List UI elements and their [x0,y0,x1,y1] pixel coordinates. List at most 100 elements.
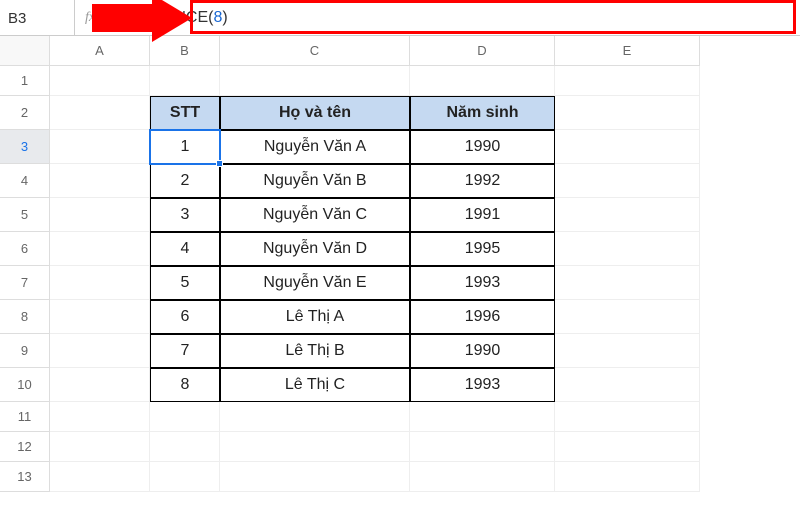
row-header[interactable]: 9 [0,334,50,368]
cell[interactable] [555,300,700,334]
cell[interactable]: 8 [150,368,220,402]
cell[interactable]: 1990 [410,334,555,368]
cell[interactable]: 1991 [410,198,555,232]
col-header-c[interactable]: C [220,36,410,66]
formula-input[interactable]: =SEQUENCE(8) [105,9,800,27]
cell[interactable]: Lê Thị A [220,300,410,334]
cell[interactable] [410,432,555,462]
row-header[interactable]: 10 [0,368,50,402]
cell[interactable] [50,164,150,198]
row-11: 11 [0,402,800,432]
cell[interactable]: 7 [150,334,220,368]
cell[interactable]: 4 [150,232,220,266]
row-10: 10 8 Lê Thị C 1993 [0,368,800,402]
table-header-name[interactable]: Họ và tên [220,96,410,130]
cell[interactable]: Nguyễn Văn B [220,164,410,198]
cell[interactable] [555,232,700,266]
row-header[interactable]: 12 [0,432,50,462]
cell[interactable] [50,266,150,300]
cell[interactable] [555,66,700,96]
fx-icon: fx [75,10,105,26]
row-header[interactable]: 8 [0,300,50,334]
cell[interactable]: 5 [150,266,220,300]
cell[interactable] [410,402,555,432]
cell[interactable] [220,66,410,96]
cell[interactable]: Nguyễn Văn C [220,198,410,232]
cell[interactable] [50,368,150,402]
row-1: 1 [0,66,800,96]
cell[interactable] [150,402,220,432]
cell[interactable] [50,462,150,492]
row-header[interactable]: 7 [0,266,50,300]
formula-input-area[interactable]: fx =SEQUENCE(8) [75,0,800,36]
row-13: 13 [0,462,800,492]
table-header-stt[interactable]: STT [150,96,220,130]
cell[interactable] [555,334,700,368]
active-cell-b3[interactable]: 1 [150,130,220,164]
cell[interactable]: 1996 [410,300,555,334]
cell[interactable] [410,462,555,492]
row-2: 2 STT Họ và tên Năm sinh [0,96,800,130]
row-header[interactable]: 2 [0,96,50,130]
cell-reference-box[interactable]: B3 [0,0,75,36]
col-header-a[interactable]: A [50,36,150,66]
cell[interactable]: 1993 [410,266,555,300]
cell[interactable] [50,130,150,164]
fill-handle[interactable] [216,160,223,167]
row-header[interactable]: 5 [0,198,50,232]
row-6: 6 4 Nguyễn Văn D 1995 [0,232,800,266]
cell[interactable] [50,402,150,432]
cell[interactable] [555,368,700,402]
col-header-d[interactable]: D [410,36,555,66]
cell[interactable] [555,96,700,130]
col-header-b[interactable]: B [150,36,220,66]
cell[interactable] [150,66,220,96]
cell[interactable] [50,96,150,130]
col-header-e[interactable]: E [555,36,700,66]
row-header[interactable]: 6 [0,232,50,266]
formula-text-suffix: ) [222,9,227,26]
cell[interactable]: 3 [150,198,220,232]
cell[interactable]: 1995 [410,232,555,266]
cell[interactable]: 1993 [410,368,555,402]
cell[interactable] [555,198,700,232]
cell[interactable] [555,266,700,300]
row-header[interactable]: 4 [0,164,50,198]
cell[interactable] [50,432,150,462]
table-header-year[interactable]: Năm sinh [410,96,555,130]
column-headers-row: A B C D E [0,36,800,66]
formula-bar: B3 fx =SEQUENCE(8) [0,0,800,36]
cell[interactable]: Nguyễn Văn A [220,130,410,164]
select-all-corner[interactable] [0,36,50,66]
cell[interactable] [410,66,555,96]
cell[interactable] [220,462,410,492]
cell[interactable] [150,462,220,492]
cell[interactable] [555,462,700,492]
row-header[interactable]: 13 [0,462,50,492]
cell[interactable] [555,164,700,198]
cell[interactable] [50,198,150,232]
row-header[interactable]: 11 [0,402,50,432]
row-5: 5 3 Nguyễn Văn C 1991 [0,198,800,232]
cell[interactable] [50,66,150,96]
cell[interactable]: 1990 [410,130,555,164]
cell[interactable] [50,334,150,368]
row-header[interactable]: 1 [0,66,50,96]
row-8: 8 6 Lê Thị A 1996 [0,300,800,334]
cell[interactable]: Nguyễn Văn D [220,232,410,266]
cell[interactable]: 2 [150,164,220,198]
cell[interactable] [50,232,150,266]
cell[interactable] [220,402,410,432]
cell[interactable]: Lê Thị C [220,368,410,402]
cell[interactable] [150,432,220,462]
cell[interactable] [220,432,410,462]
cell[interactable] [50,300,150,334]
cell[interactable]: Lê Thị B [220,334,410,368]
cell[interactable]: 1992 [410,164,555,198]
cell[interactable]: 6 [150,300,220,334]
cell[interactable]: Nguyễn Văn E [220,266,410,300]
cell[interactable] [555,432,700,462]
cell[interactable] [555,130,700,164]
row-header[interactable]: 3 [0,130,50,164]
cell[interactable] [555,402,700,432]
